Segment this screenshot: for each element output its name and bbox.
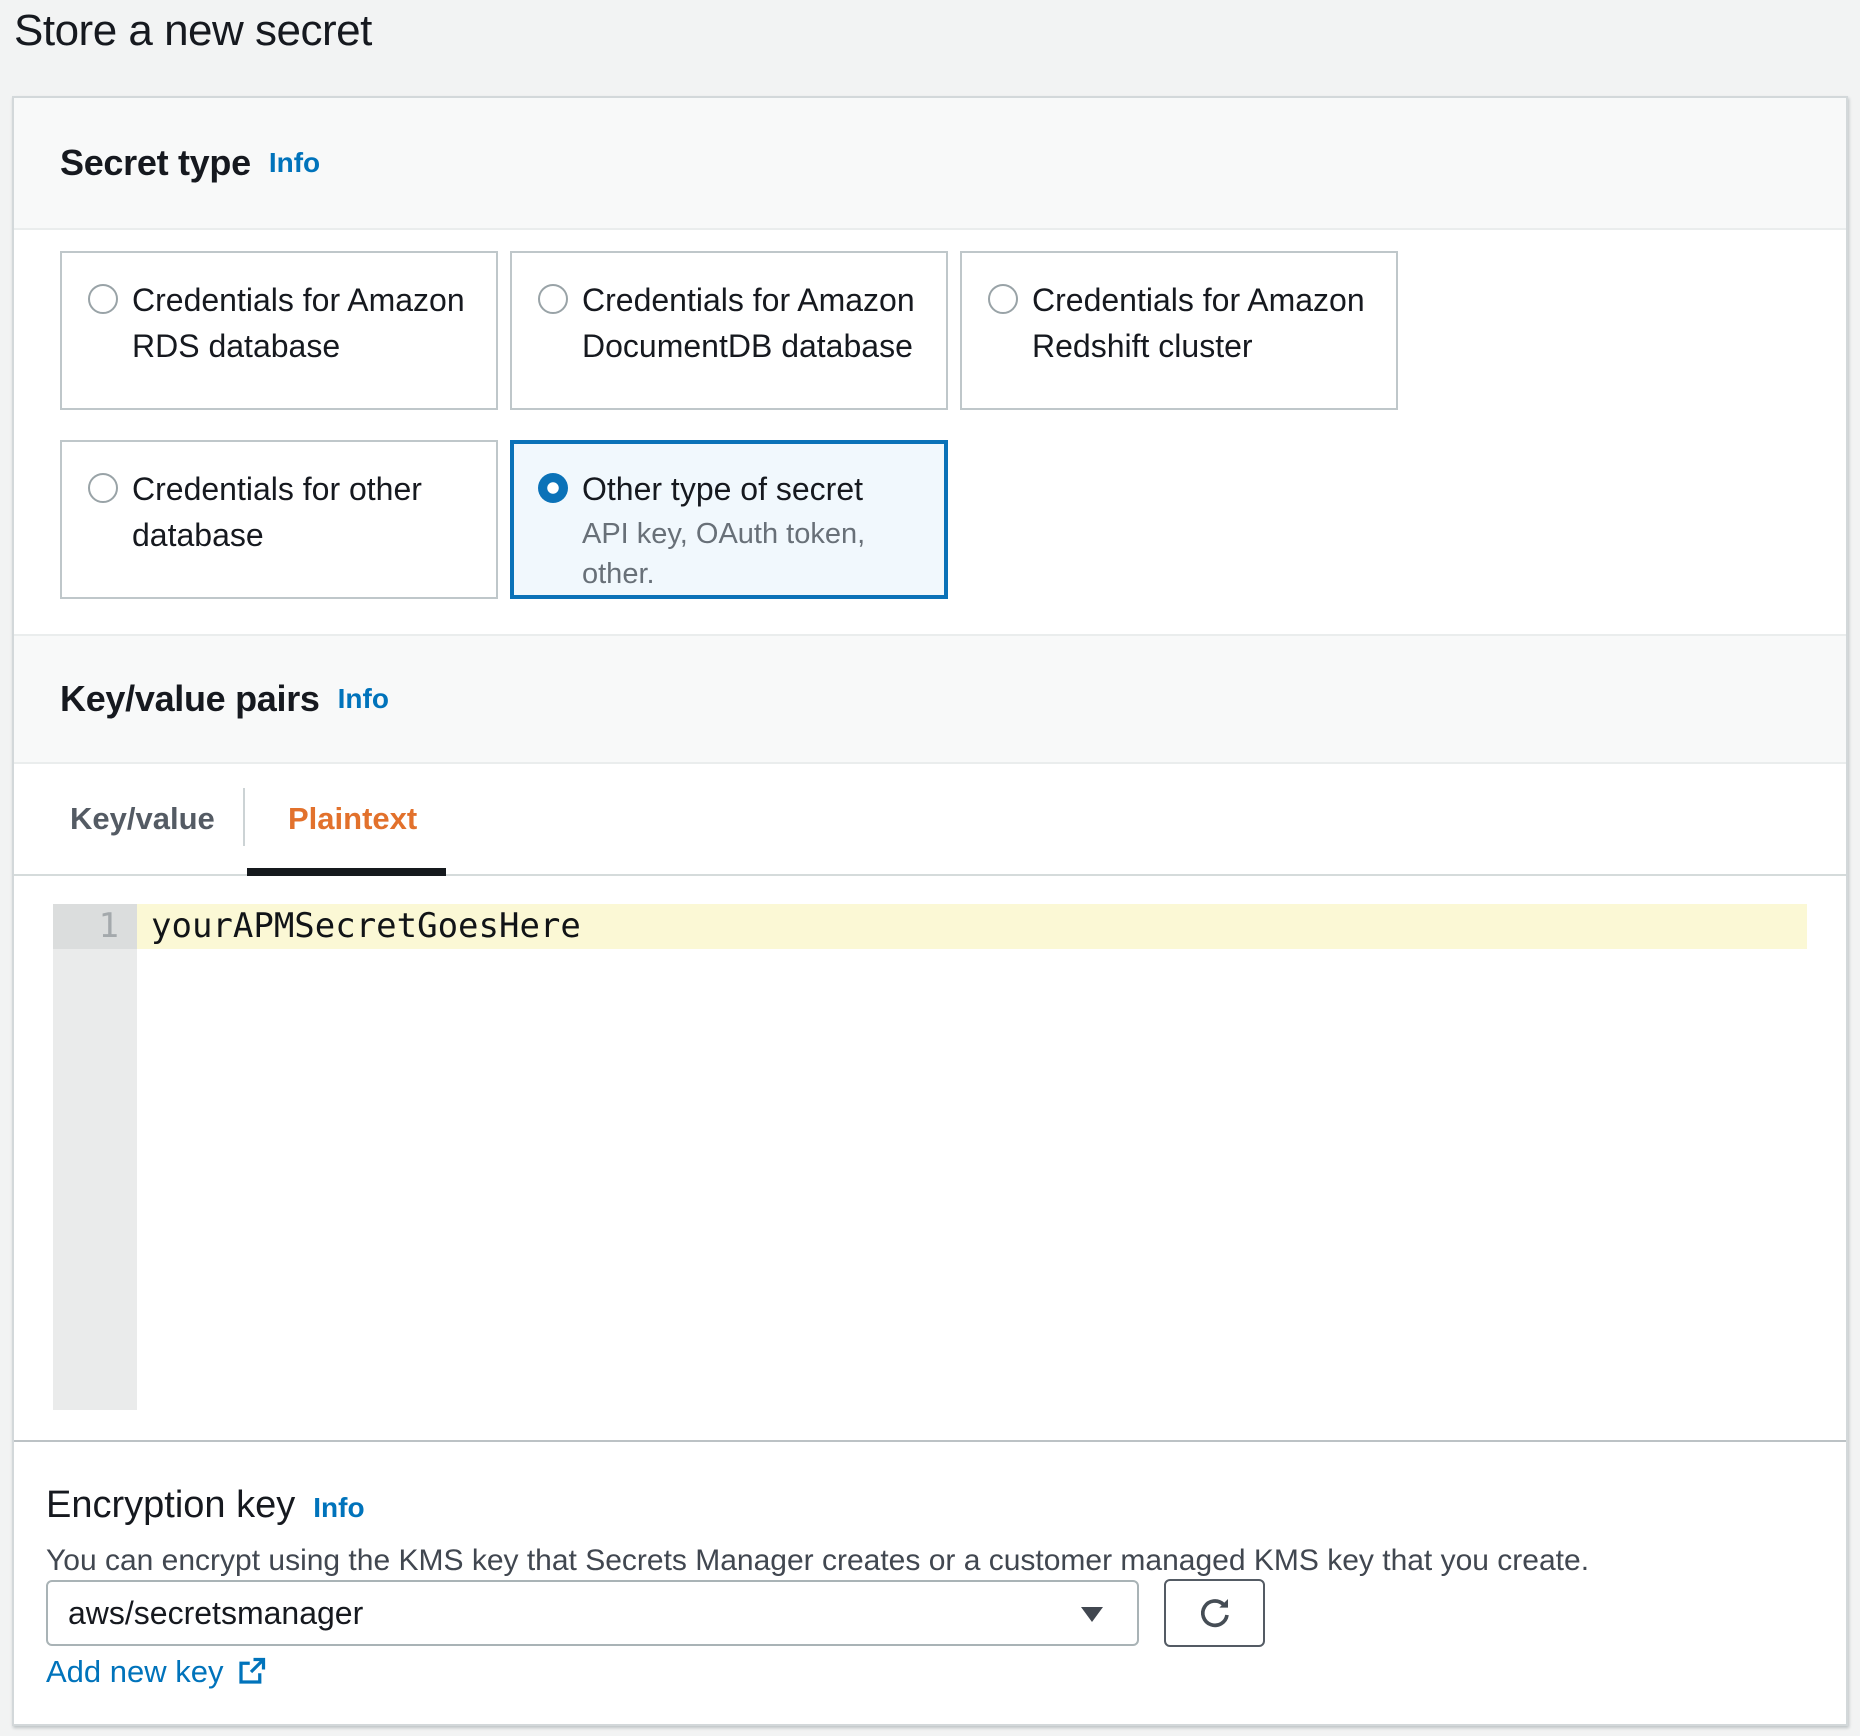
secret-type-info-link[interactable]: Info — [269, 147, 320, 179]
radio-checked-icon[interactable] — [538, 473, 568, 503]
kms-key-selected-value: aws/secretsmanager — [68, 1595, 363, 1632]
caret-down-icon — [1081, 1607, 1103, 1622]
secret-type-options: Credentials for Amazon RDS database Cred… — [14, 230, 1846, 634]
plaintext-editor[interactable]: 1 yourAPMSecretGoesHere — [14, 876, 1846, 1442]
radio-unchecked-icon[interactable] — [538, 284, 568, 314]
secret-type-header: Secret type Info — [14, 98, 1846, 230]
editor-gutter — [53, 904, 137, 1410]
encryption-key-heading: Encryption key — [46, 1484, 295, 1527]
store-secret-form: Secret type Info Credentials for Amazon … — [12, 96, 1848, 1726]
editor-tabs: Key/value Plaintext — [14, 764, 1846, 876]
option-label: Credentials for other database — [132, 471, 422, 553]
option-other-type-of-secret[interactable]: Other type of secret API key, OAuth toke… — [510, 440, 948, 599]
radio-unchecked-icon[interactable] — [88, 473, 118, 503]
option-label: Other type of secret — [582, 471, 863, 507]
active-tab-underline — [247, 868, 446, 876]
tab-key-value[interactable]: Key/value — [70, 764, 215, 874]
kms-key-select[interactable]: aws/secretsmanager — [46, 1580, 1139, 1646]
secret-plaintext-value[interactable]: yourAPMSecretGoesHere — [151, 904, 581, 949]
key-value-pairs-heading: Key/value pairs — [60, 678, 320, 720]
encryption-key-section: Encryption key Info You can encrypt usin… — [14, 1442, 1846, 1724]
radio-unchecked-icon[interactable] — [988, 284, 1018, 314]
add-new-key-link[interactable]: Add new key — [46, 1654, 266, 1690]
option-label: Credentials for Amazon RDS database — [132, 282, 465, 364]
option-description: API key, OAuth token, other. — [582, 514, 922, 594]
refresh-keys-button[interactable] — [1164, 1579, 1265, 1647]
tab-plaintext[interactable]: Plaintext — [288, 764, 417, 874]
radio-unchecked-icon[interactable] — [88, 284, 118, 314]
secret-type-heading: Secret type — [60, 142, 251, 184]
key-value-pairs-header: Key/value pairs Info — [14, 634, 1846, 764]
option-other-database[interactable]: Credentials for other database — [60, 440, 498, 599]
tab-divider — [243, 788, 245, 846]
option-documentdb[interactable]: Credentials for Amazon DocumentDB databa… — [510, 251, 948, 410]
refresh-icon — [1195, 1593, 1235, 1633]
option-rds[interactable]: Credentials for Amazon RDS database — [60, 251, 498, 410]
key-value-pairs-info-link[interactable]: Info — [338, 683, 389, 715]
encryption-key-info-link[interactable]: Info — [313, 1492, 364, 1524]
option-label: Credentials for Amazon DocumentDB databa… — [582, 282, 915, 364]
option-redshift[interactable]: Credentials for Amazon Redshift cluster — [960, 251, 1398, 410]
encryption-key-description: You can encrypt using the KMS key that S… — [46, 1544, 1589, 1578]
option-label: Credentials for Amazon Redshift cluster — [1032, 282, 1365, 364]
external-link-icon — [236, 1657, 266, 1687]
page-title: Store a new secret — [14, 2, 372, 60]
line-number: 1 — [53, 904, 137, 949]
add-new-key-label: Add new key — [46, 1654, 224, 1690]
